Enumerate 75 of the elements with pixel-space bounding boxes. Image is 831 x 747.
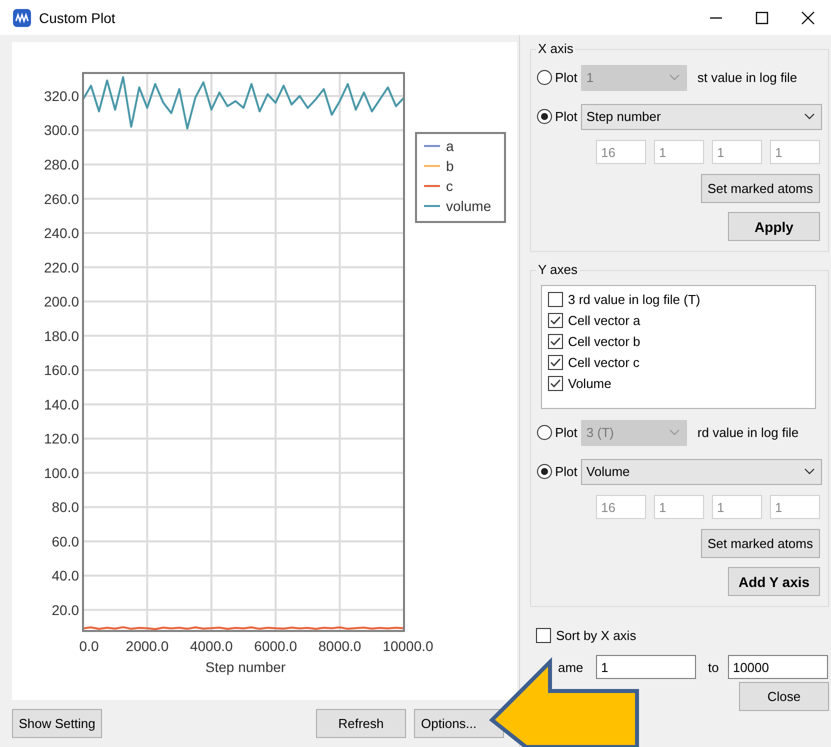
y-tick-label: 20.0 — [52, 602, 79, 618]
maximize-icon[interactable] — [755, 10, 769, 24]
series-checkbox[interactable]: Volume — [548, 373, 809, 394]
action-button[interactable]: Add Y axis — [728, 567, 820, 596]
frame-label: ame — [558, 660, 584, 674]
check-icon — [550, 316, 561, 325]
y-tick-label: 300.0 — [44, 122, 79, 138]
group-title: X axis — [536, 41, 576, 56]
series-checkbox[interactable]: Cell vector c — [548, 352, 809, 373]
y-tick-label: 240.0 — [44, 225, 79, 242]
close-icon[interactable] — [801, 10, 815, 24]
atom-index-field[interactable]: 16 — [596, 495, 646, 519]
option-label: rd value in log file — [697, 425, 799, 440]
atom-index-field[interactable]: 1 — [770, 140, 820, 164]
atom-index-field[interactable]: 1 — [712, 140, 762, 164]
show-setting-button[interactable]: Show Setting — [12, 708, 102, 738]
dropdown[interactable]: Step number — [581, 104, 822, 130]
y-tick-label: 280.0 — [44, 156, 79, 172]
caret-icon — [804, 468, 815, 475]
caret-icon — [669, 429, 680, 436]
frame-from-field[interactable]: 1 — [596, 655, 696, 679]
y-tick-label: 160.0 — [44, 362, 79, 378]
group-title: Y axes — [536, 262, 580, 277]
atom-index-field[interactable]: 1 — [770, 495, 820, 519]
atom-index-field[interactable]: 1 — [654, 140, 704, 164]
x-tick-label: 8000.0 — [318, 638, 362, 654]
legend-label: b — [446, 158, 454, 174]
radio-button[interactable]: Plot — [537, 70, 578, 85]
legend-label: volume — [446, 198, 492, 214]
atom-index-field[interactable]: 16 — [596, 140, 646, 164]
app-icon — [13, 8, 31, 26]
atom-index-field[interactable]: 1 — [712, 495, 762, 519]
x-tick-label: 0.0 — [79, 638, 99, 654]
close-dialog-button[interactable]: Close — [739, 682, 829, 711]
option-label: st value in log file — [697, 70, 798, 85]
y-tick-label: 120.0 — [44, 430, 79, 447]
to-label: to — [708, 660, 719, 674]
check-icon — [550, 358, 561, 367]
y-tick-label: 100.0 — [44, 464, 79, 481]
frame-to-field[interactable]: 10000 — [728, 655, 828, 679]
legend-label: a — [446, 138, 454, 154]
series-checkbox[interactable]: Cell vector a — [548, 310, 809, 331]
set-marked-atoms-button[interactable]: Set marked atoms — [700, 529, 820, 558]
x-axis-title: Step number — [205, 659, 286, 675]
atom-index-field[interactable]: 1 — [654, 495, 704, 519]
options-button[interactable]: Options... — [414, 708, 504, 738]
y-tick-label: 260.0 — [44, 190, 79, 207]
series-checkbox[interactable]: 3 rd value in log file (T) — [548, 289, 809, 310]
refresh-button[interactable]: Refresh — [316, 708, 406, 738]
check-icon — [550, 337, 561, 346]
y-tick-label: 200.0 — [44, 294, 79, 310]
x-tick-label: 10000.0 — [382, 638, 434, 654]
x-tick-label: 4000.0 — [190, 638, 233, 654]
caret-icon — [669, 74, 680, 81]
window-title: Custom Plot — [39, 10, 116, 26]
y-tick-label: 220.0 — [44, 259, 79, 276]
x-tick-label: 2000.0 — [126, 638, 169, 654]
y-tick-label: 320.0 — [44, 88, 79, 104]
radio-button[interactable]: Plot — [537, 425, 578, 440]
y-tick-label: 60.0 — [52, 533, 79, 550]
radio-button[interactable]: Plot — [537, 464, 578, 479]
x-tick-label: 6000.0 — [254, 638, 298, 654]
radio-button[interactable]: Plot — [537, 109, 578, 124]
dropdown[interactable]: Volume — [581, 458, 822, 484]
caret-icon — [804, 113, 815, 120]
sort-checkbox[interactable]: Sort by X axis — [536, 625, 831, 646]
check-icon — [550, 379, 561, 388]
y-tick-label: 80.0 — [52, 499, 79, 516]
y-tick-label: 140.0 — [44, 396, 79, 412]
legend-label: c — [446, 178, 453, 194]
series-checkbox[interactable]: Cell vector b — [548, 331, 809, 352]
set-marked-atoms-button[interactable]: Set marked atoms — [700, 174, 820, 203]
y-tick-label: 40.0 — [52, 568, 79, 584]
y-tick-label: 180.0 — [44, 328, 79, 344]
action-button[interactable]: Apply — [728, 212, 820, 241]
